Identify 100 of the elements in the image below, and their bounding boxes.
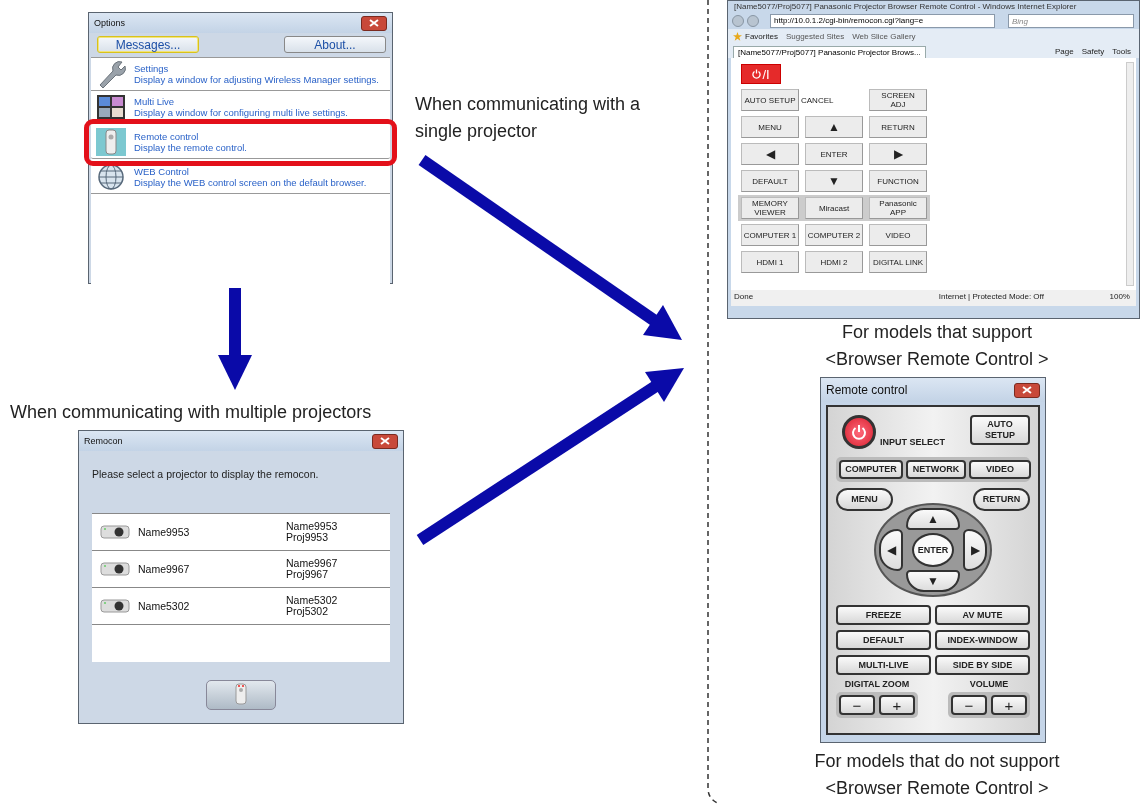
arrow-key[interactable]: ▼	[805, 170, 863, 192]
function-button[interactable]: AV MUTE	[935, 605, 1030, 625]
projector-row[interactable]: Name5302 Name5302 Proj5302	[92, 588, 390, 625]
remote-key[interactable]: RETURN	[869, 116, 927, 138]
input-select-label: INPUT SELECT	[880, 437, 945, 447]
caption: For models that support	[841, 321, 1033, 344]
up-key[interactable]: ▲	[906, 508, 960, 530]
remote-key[interactable]: MEMORY VIEWER	[741, 197, 799, 219]
arrow-key[interactable]: ▶	[869, 143, 927, 165]
close-icon[interactable]	[1014, 382, 1040, 398]
remote-key[interactable]: MENU	[741, 116, 799, 138]
command-menu[interactable]: Safety	[1081, 47, 1105, 56]
window-title: Remocon	[84, 436, 123, 446]
adjuster-label: VOLUME	[969, 679, 1009, 689]
caption: <Browser Remote Control >	[825, 348, 1049, 371]
globe-icon	[96, 163, 126, 191]
power-icon	[752, 69, 762, 79]
remote-key[interactable]: SCREEN ADJ	[869, 89, 927, 111]
remote-key[interactable]: Panasonic APP	[869, 197, 927, 219]
function-button[interactable]: INDEX-WINDOW	[935, 630, 1030, 650]
command-menu[interactable]: Tools	[1112, 47, 1131, 56]
remote-key[interactable]: COMPUTER 2	[805, 224, 863, 246]
projector-detail: Name9953	[286, 521, 338, 532]
function-button[interactable]: FREEZE	[836, 605, 931, 625]
plus-button[interactable]: +	[991, 695, 1027, 715]
projector-row[interactable]: Name9967 Name9967 Proj9967	[92, 551, 390, 588]
menu-button[interactable]: MENU	[836, 488, 893, 511]
projector-icon	[100, 597, 130, 615]
command-menu[interactable]: Page	[1054, 47, 1074, 56]
remote-key[interactable]: AUTO SETUP	[741, 89, 799, 111]
caption: <Browser Remote Control >	[825, 777, 1049, 800]
option-description: Display the WEB control screen on the default browser.	[134, 177, 367, 188]
option-item[interactable]: Settings Display a window for adjusting Wireless Manager settings.	[91, 58, 390, 91]
remote-button[interactable]	[206, 680, 276, 710]
window-title: Remote control	[826, 383, 908, 397]
option-item[interactable]: WEB Control Display the WEB control screen on the default browser.	[91, 161, 390, 194]
power-icon	[851, 423, 867, 441]
down-key[interactable]: ▼	[906, 570, 960, 592]
caption: For models that do not support	[814, 750, 1060, 773]
option-description: Display a window for configuring multi live settings.	[134, 107, 348, 118]
projector-icon	[100, 523, 130, 541]
window-title: Options	[94, 18, 126, 28]
dialog-button[interactable]: About...	[284, 36, 386, 53]
power-button[interactable]: /I	[741, 64, 781, 84]
plus-button[interactable]: +	[879, 695, 915, 715]
input-button[interactable]: COMPUTER	[839, 460, 903, 479]
function-button[interactable]: SIDE BY SIDE	[935, 655, 1030, 675]
remote-icon	[96, 128, 126, 156]
remote-key[interactable]: COMPUTER 1	[741, 224, 799, 246]
caption: When communicating with multiple projectors	[10, 402, 372, 423]
star-icon	[733, 31, 742, 41]
projector-detail: Proj5302	[286, 606, 330, 617]
address-field[interactable]: http://10.0.1.2/cgi-bin/remocon.cgi?lang=e	[770, 14, 995, 28]
caption: When communicating with a single projector	[415, 93, 642, 143]
link-button[interactable]: Suggested Sites	[785, 31, 845, 41]
remote-key[interactable]: VIDEO	[869, 224, 927, 246]
link-button[interactable]: Web Slice Gallery	[852, 31, 916, 41]
status-text: Done	[734, 292, 754, 303]
input-button[interactable]: NETWORK	[906, 460, 966, 479]
remote-key[interactable]: Miracast	[805, 197, 863, 219]
window-title: [Name5077/Proj5077] Panasonic Projector Browser Remote Control - Windows Internet Explorer	[733, 1, 1078, 13]
remote-key[interactable]: DEFAULT	[741, 170, 799, 192]
dialog-button[interactable]: Messages...	[97, 36, 199, 53]
browser-tab[interactable]: [Name5077/Proj5077] Panasonic Projector Brows...	[733, 46, 926, 58]
cancel-label: CANCEL	[801, 94, 835, 107]
remote-key[interactable]: ENTER	[805, 143, 863, 165]
favorites-button[interactable]: Favorites	[745, 31, 778, 41]
left-key[interactable]: ◀	[879, 529, 903, 571]
option-title: Settings	[134, 63, 170, 74]
close-icon[interactable]	[372, 433, 398, 449]
remote-key[interactable]: HDMI 2	[805, 251, 863, 273]
projector-row[interactable]: Name9953 Name9953 Proj9953	[92, 514, 390, 551]
option-item[interactable]: Multi Live Display a window for configuring multi live settings.	[91, 91, 390, 124]
prompt-text: Please select a projector to display the remocon.	[92, 468, 320, 480]
auto-setup-button[interactable]: AUTO SETUP	[970, 415, 1030, 445]
enter-button[interactable]: ENTER	[912, 533, 954, 567]
right-key[interactable]: ▶	[963, 529, 987, 571]
scrollbar[interactable]	[1126, 62, 1134, 286]
projector-icon	[100, 560, 130, 578]
remote-key[interactable]: HDMI 1	[741, 251, 799, 273]
arrow-key[interactable]: ▲	[805, 116, 863, 138]
close-icon[interactable]	[361, 15, 387, 31]
projector-name: Name5302	[138, 600, 191, 612]
projector-name: Name9953	[138, 526, 191, 538]
arrow-key[interactable]: ◀	[741, 143, 799, 165]
function-button[interactable]: DEFAULT	[836, 630, 931, 650]
remote-icon	[235, 682, 247, 705]
remote-key[interactable]: FUNCTION	[869, 170, 927, 192]
remote-key[interactable]: DIGITAL LINK	[869, 251, 927, 273]
zoom-level[interactable]: 100%	[1109, 292, 1130, 306]
input-button[interactable]: VIDEO	[969, 460, 1031, 479]
return-button[interactable]: RETURN	[973, 488, 1030, 511]
option-description: Display the remote control.	[134, 142, 247, 153]
minus-button[interactable]: −	[839, 695, 875, 715]
option-description: Display a window for adjusting Wireless Manager settings.	[134, 74, 379, 85]
minus-button[interactable]: −	[951, 695, 987, 715]
function-button[interactable]: MULTI-LIVE	[836, 655, 931, 675]
search-field[interactable]: Bing	[1008, 14, 1134, 28]
option-item[interactable]: Remote control Display the remote control.	[91, 126, 390, 159]
power-button[interactable]	[842, 415, 876, 449]
